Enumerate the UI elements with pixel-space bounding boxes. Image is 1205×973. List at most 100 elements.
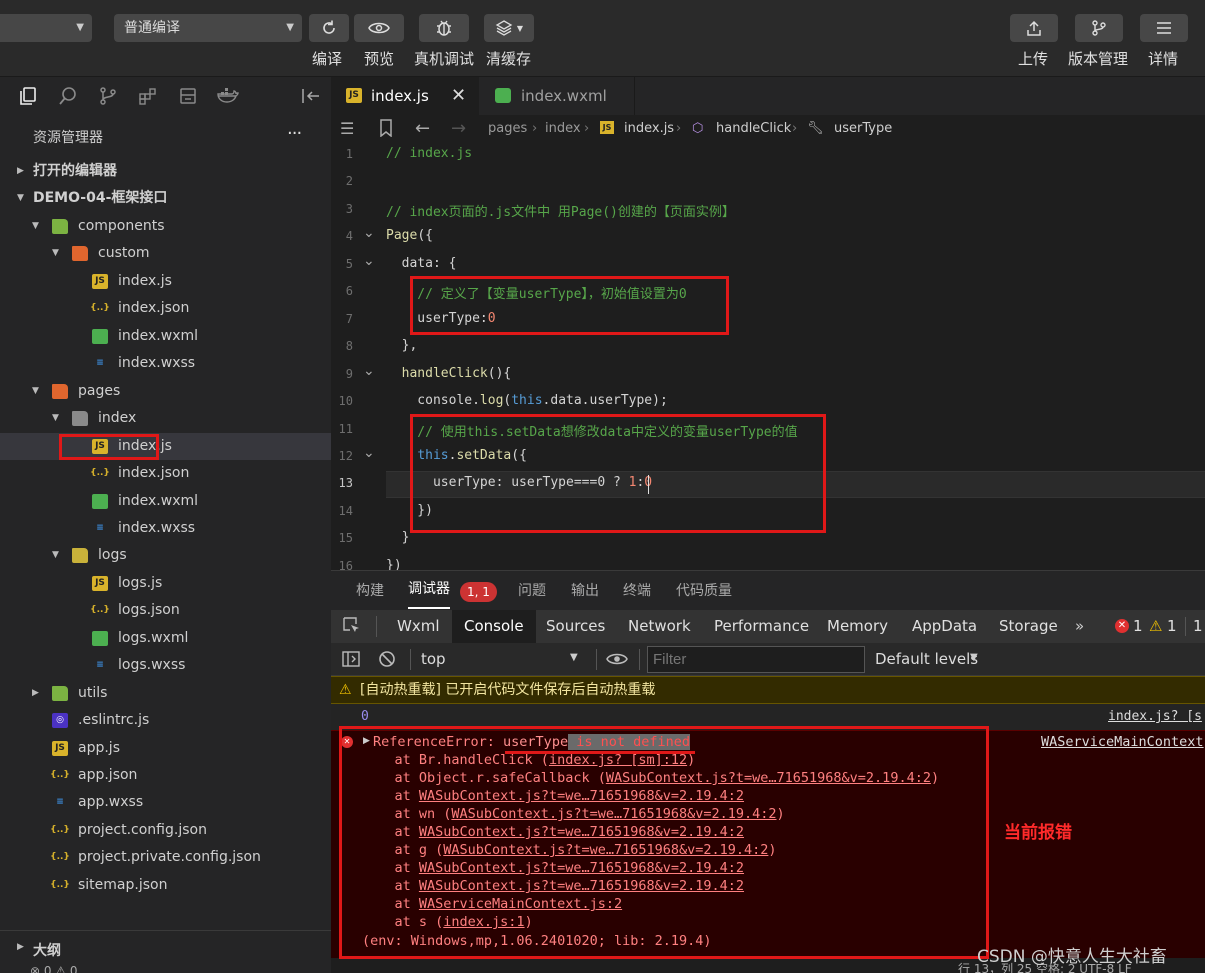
tree-folder-row[interactable]: ▼ index <box>0 405 331 432</box>
tab-index-wxml[interactable]: index.wxml <box>479 77 635 115</box>
tab-sources[interactable]: Sources <box>546 610 605 643</box>
tree-file-row[interactable]: index.wxml <box>0 488 331 515</box>
tree-file-row[interactable]: ≡ app.wxss <box>0 789 331 816</box>
inspect-element-icon[interactable] <box>343 617 361 639</box>
tab-storage[interactable]: Storage <box>999 610 1058 643</box>
tree-item-label: index.js <box>118 272 172 289</box>
breadcrumb-item[interactable]: index <box>545 115 581 142</box>
version-control-button[interactable] <box>1075 14 1123 42</box>
panel-tabs: 构建 调试器 1, 1 问题 输出 终端 代码质量 <box>331 570 1205 610</box>
warning-count[interactable]: 1 <box>1167 610 1177 643</box>
eye-icon <box>368 22 390 34</box>
tree-file-row[interactable]: {..} logs.json <box>0 597 331 624</box>
compile-button[interactable] <box>309 14 349 42</box>
tree-file-row[interactable]: JS index.js <box>0 268 331 295</box>
tab-wxml[interactable]: Wxml <box>397 610 440 643</box>
explorer-header: 资源管理器 ··· <box>0 115 331 157</box>
close-icon[interactable]: ✕ <box>451 77 466 115</box>
tab-console[interactable]: Console <box>452 610 536 643</box>
log-source-link[interactable]: index.js? [s <box>1108 704 1202 730</box>
clear-console-icon[interactable] <box>378 650 396 672</box>
tab-memory[interactable]: Memory <box>827 610 888 643</box>
tree-folder-row[interactable]: ▼ pages <box>0 378 331 405</box>
docker-icon[interactable] <box>217 85 239 107</box>
error-source-link[interactable]: WAServiceMainContext <box>1041 734 1204 750</box>
tree-file-row[interactable]: ≡ index.wxss <box>0 515 331 542</box>
tree-file-row[interactable]: {..} project.config.json <box>0 817 331 844</box>
tree-file-row[interactable]: logs.wxml <box>0 625 331 652</box>
tab-network[interactable]: Network <box>628 610 691 643</box>
project-section[interactable]: ▼ DEMO-04-框架接口 <box>0 185 331 212</box>
log-levels-select[interactable]: Default levels ▼ <box>875 646 985 673</box>
collapse-sidebar-icon[interactable] <box>300 85 322 107</box>
list-icon[interactable]: ☰ <box>340 115 354 142</box>
activity-bar <box>0 77 331 115</box>
context-select[interactable]: top ▼ <box>415 646 585 673</box>
outline-section[interactable]: ▶ 大纲 ⊗ 0 ⚠ 0 <box>0 930 331 973</box>
fold-chevron-icon[interactable]: ⌄ <box>363 225 375 241</box>
tree-file-row[interactable]: {..} index.json <box>0 295 331 322</box>
source-control-icon[interactable] <box>97 85 119 107</box>
tree-file-row[interactable]: JS logs.js <box>0 570 331 597</box>
tree-file-row[interactable]: ≡ logs.wxss <box>0 652 331 679</box>
chevron-down-icon: ▼ <box>970 652 978 663</box>
console-filter-input[interactable] <box>647 646 865 673</box>
line-number: 1 <box>345 147 353 161</box>
forward-arrow-icon[interactable]: → <box>451 115 466 142</box>
tab-debugger[interactable]: 调试器 <box>408 571 450 609</box>
explorer-icon[interactable] <box>17 85 39 107</box>
problems-status[interactable]: ⊗ 0 ⚠ 0 <box>30 964 78 973</box>
tree-file-row[interactable]: {..} sitemap.json <box>0 872 331 899</box>
device-select[interactable]: ▼ <box>0 14 92 42</box>
details-button[interactable] <box>1140 14 1188 42</box>
storage-icon[interactable] <box>177 85 199 107</box>
compile-mode-select[interactable]: 普通编译 ▼ <box>114 14 302 42</box>
breadcrumb-item[interactable]: index.js <box>624 115 674 142</box>
breadcrumb-separator: › <box>532 121 538 136</box>
extensions-icon[interactable] <box>137 85 159 107</box>
upload-button[interactable] <box>1010 14 1058 42</box>
tab-appdata[interactable]: AppData <box>912 610 977 643</box>
tree-file-row[interactable]: JS index.js <box>0 432 331 460</box>
tree-folder-row[interactable]: ▼ components <box>0 213 331 240</box>
line-number: 10 <box>338 394 353 409</box>
more-actions-button[interactable]: ··· <box>287 123 302 144</box>
tree-file-row[interactable]: ◎ .eslintrc.js <box>0 707 331 734</box>
fold-chevron-icon[interactable]: ⌄ <box>363 445 375 461</box>
tab-index-js[interactable]: JS index.js ✕ <box>331 77 479 115</box>
fold-chevron-icon[interactable]: ⌄ <box>363 363 375 379</box>
tab-performance[interactable]: Performance <box>714 610 809 643</box>
tree-folder-row[interactable]: ▼ logs <box>0 542 331 569</box>
more-tabs-button[interactable]: » <box>1075 610 1084 643</box>
tab-build[interactable]: 构建 <box>356 571 384 611</box>
chevron-right-icon: ▶ <box>17 166 24 176</box>
sidebar-toggle-icon[interactable] <box>342 650 360 672</box>
breadcrumb-item[interactable]: handleClick <box>716 115 791 142</box>
tab-label: index.js <box>371 87 429 105</box>
open-editors-section[interactable]: ▶ 打开的编辑器 <box>0 158 331 185</box>
breadcrumb-item[interactable]: userType <box>834 115 892 142</box>
tree-file-row[interactable]: JS app.js <box>0 735 331 762</box>
tree-file-row[interactable]: {..} project.private.config.json <box>0 844 331 871</box>
extra-count[interactable]: 1 <box>1193 610 1203 643</box>
real-device-debug-button[interactable] <box>419 14 469 42</box>
live-expression-eye-icon[interactable] <box>606 651 628 671</box>
tab-code-quality[interactable]: 代码质量 <box>676 571 732 611</box>
error-count[interactable]: 1 <box>1133 610 1143 643</box>
tab-terminal[interactable]: 终端 <box>623 571 651 611</box>
search-icon[interactable] <box>57 85 79 107</box>
tree-file-row[interactable]: index.wxml <box>0 323 331 350</box>
clear-cache-button[interactable]: ▼ <box>484 14 534 42</box>
tree-item-label: app.js <box>78 739 120 756</box>
tree-file-row[interactable]: {..} app.json <box>0 762 331 789</box>
back-arrow-icon[interactable]: ← <box>415 115 430 142</box>
preview-button[interactable] <box>354 14 404 42</box>
tab-output[interactable]: 输出 <box>571 571 599 611</box>
tree-folder-row[interactable]: ▼ custom <box>0 240 331 267</box>
fold-chevron-icon[interactable]: ⌄ <box>363 253 375 269</box>
tab-problems[interactable]: 问题 <box>518 571 546 611</box>
tree-file-row[interactable]: {..} index.json <box>0 460 331 487</box>
tree-folder-row[interactable]: ▶ utils <box>0 680 331 707</box>
tree-file-row[interactable]: ≡ index.wxss <box>0 350 331 377</box>
breadcrumb-item[interactable]: pages <box>488 115 527 142</box>
